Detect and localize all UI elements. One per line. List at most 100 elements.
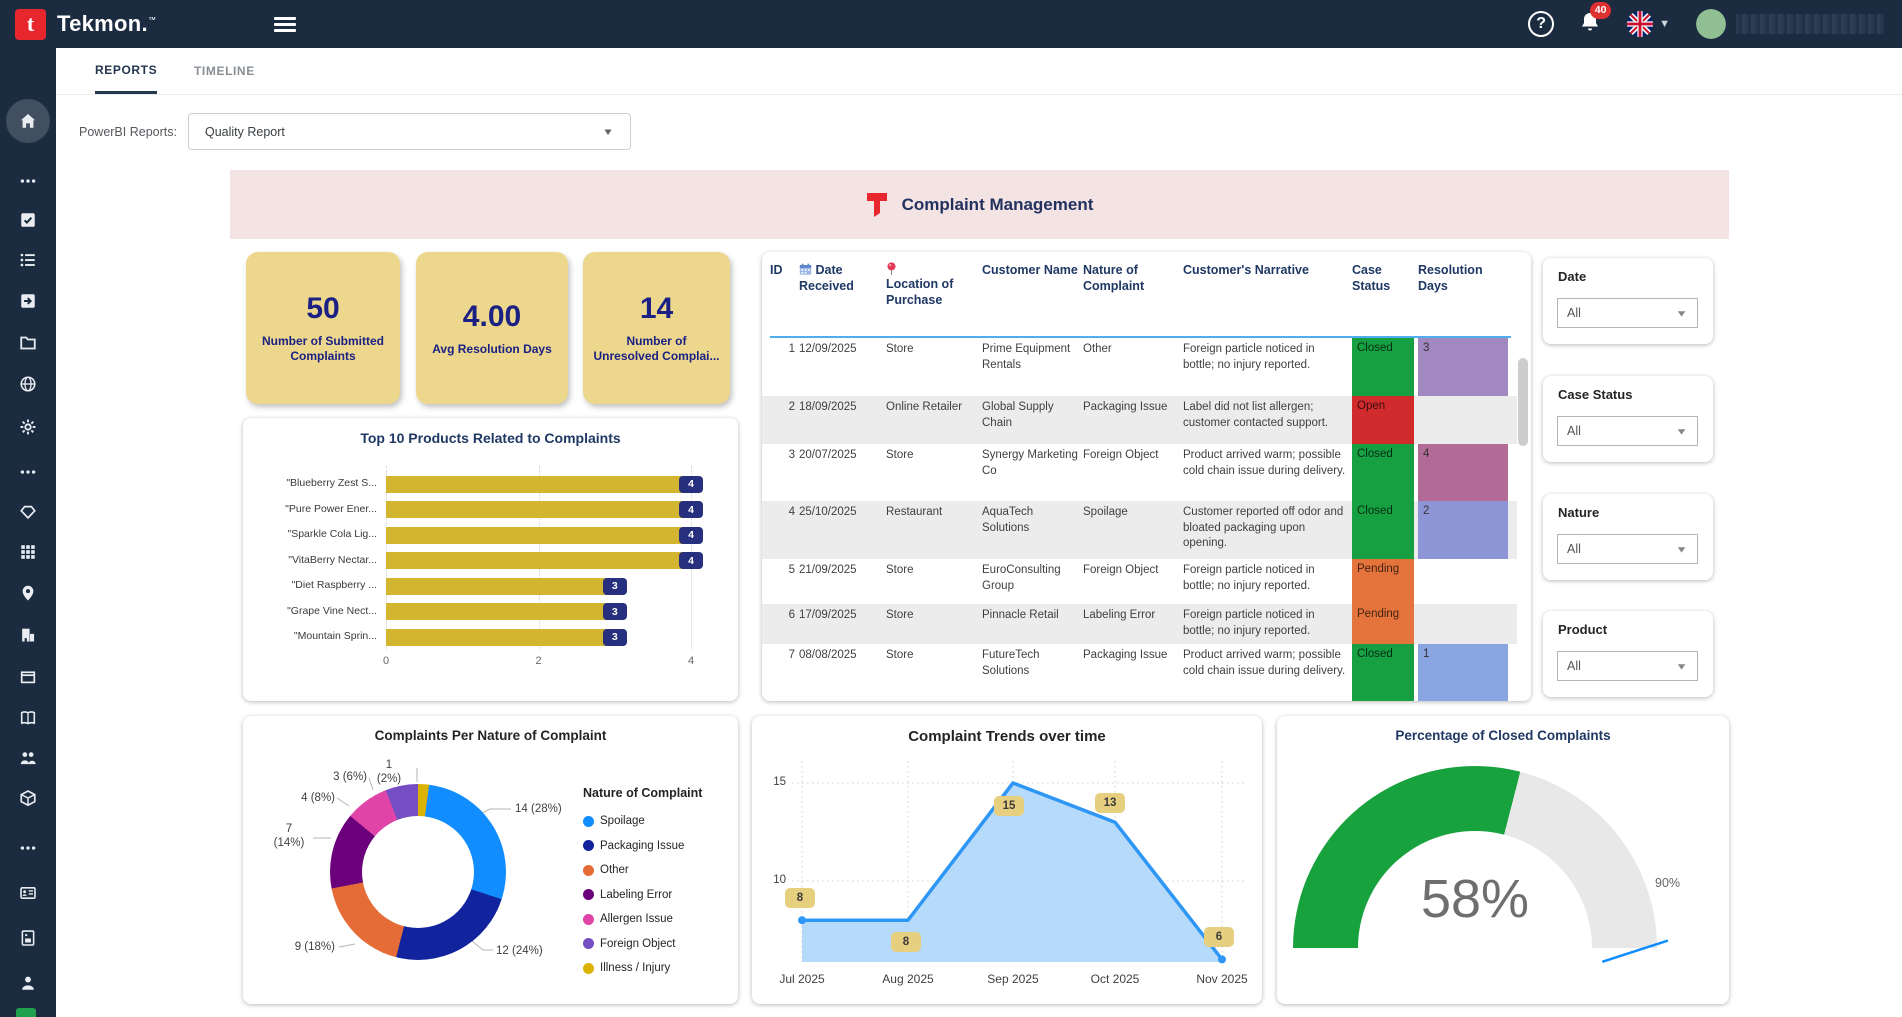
col-header-date-received[interactable]: Date Received <box>799 262 882 309</box>
col-header-id[interactable]: ID <box>770 262 795 309</box>
bar-value-label: 3 <box>603 578 627 595</box>
tekmon-logo-icon[interactable]: t <box>15 9 46 40</box>
sidebar-item-cube[interactable] <box>0 781 56 815</box>
sidebar-item-ellipsis[interactable] <box>0 831 56 865</box>
col-header-case-status[interactable]: Case Status <box>1352 262 1414 309</box>
ellipsis-icon <box>19 839 37 857</box>
sidebar-item-grid[interactable] <box>0 535 56 569</box>
data-point-label: 13 <box>1095 793 1125 813</box>
sidebar-item-image-file[interactable] <box>0 921 56 955</box>
sidebar-item-diamond[interactable] <box>0 495 56 529</box>
table-row-4[interactable]: 425/10/2025RestaurantAquaTech SolutionsS… <box>762 501 1517 559</box>
report-selector-label: PowerBI Reports: <box>79 125 177 139</box>
bar-6[interactable] <box>386 603 615 620</box>
legend-item-spoilage[interactable]: Spoilage <box>583 809 702 834</box>
sidebar-item-globe[interactable] <box>0 367 56 401</box>
tab-reports[interactable]: REPORTS <box>95 48 157 94</box>
col-header-location[interactable]: Location of Purchase <box>886 262 978 309</box>
x-tick-label: Nov 2025 <box>1182 972 1262 986</box>
cell-resolution-days: 2 <box>1418 501 1508 559</box>
filter-date-dropdown[interactable]: All▼ <box>1557 298 1698 328</box>
x-tick-label: 0 <box>371 655 401 667</box>
table-row-1[interactable]: 112/09/2025StorePrime Equipment RentalsO… <box>762 338 1517 396</box>
sidebar-item-ellipsis[interactable] <box>0 164 56 198</box>
line-chart-plot[interactable] <box>752 716 1262 1004</box>
id-card-icon <box>19 884 37 902</box>
table-row-7[interactable]: 708/08/2025StoreFutureTech SolutionsPack… <box>762 644 1517 701</box>
bar-chart-card: Top 10 Products Related to Complaints 02… <box>243 418 738 701</box>
bar-1[interactable] <box>386 476 691 493</box>
kpi-value: 14 <box>640 292 673 326</box>
sidebar-item-archive[interactable] <box>0 660 56 694</box>
kpi-avg-resolution-days[interactable]: 4.00 Avg Resolution Days <box>416 252 568 404</box>
col-header-nature[interactable]: Nature of Complaint <box>1083 262 1179 309</box>
report-selector-row: PowerBI Reports: Quality Report ▼ <box>56 106 1902 156</box>
legend-item-packaging-issue[interactable]: Packaging Issue <box>583 834 702 859</box>
table-scrollbar-thumb[interactable] <box>1518 358 1528 446</box>
bar-4[interactable] <box>386 552 691 569</box>
resolution-days-bar: 2 <box>1418 501 1508 559</box>
sidebar-item-building[interactable] <box>0 618 56 652</box>
sidebar-item-person[interactable] <box>0 966 56 1000</box>
sidebar-item-id-card[interactable] <box>0 876 56 910</box>
cell-customer: Global Supply Chain <box>982 396 1079 444</box>
cell-resolution-days: 4 <box>1418 444 1508 501</box>
legend-item-allergen-issue[interactable]: Allergen Issue <box>583 907 702 932</box>
cell-location: Store <box>886 444 978 501</box>
bar-5[interactable] <box>386 578 615 595</box>
col-header-narrative[interactable]: Customer's Narrative <box>1183 262 1348 309</box>
report-selector-dropdown[interactable]: Quality Report ▼ <box>188 113 631 150</box>
filter-nature-dropdown[interactable]: All▼ <box>1557 534 1698 564</box>
filter-case-status-dropdown[interactable]: All▼ <box>1557 416 1698 446</box>
bar-category-label: "Diet Raspberry ... <box>247 579 377 591</box>
help-icon[interactable]: ? <box>1528 11 1554 37</box>
bar-2[interactable] <box>386 501 691 518</box>
filter-product-dropdown[interactable]: All▼ <box>1557 651 1698 681</box>
kpi-value: 50 <box>306 292 339 326</box>
legend-item-labeling-error[interactable]: Labeling Error <box>583 883 702 908</box>
cell-narrative: Product arrived warm; possible cold chai… <box>1183 444 1348 501</box>
donut-label-foreign-object: 3 (6%) <box>317 770 367 784</box>
filter-product: Product All▼ <box>1543 611 1713 697</box>
x-tick-label: Oct 2025 <box>1075 972 1155 986</box>
donut-hole <box>362 816 474 928</box>
legend-item-other[interactable]: Other <box>583 858 702 883</box>
sidebar-item-location-pin[interactable] <box>0 576 56 610</box>
sidebar-item-folder[interactable] <box>0 325 56 359</box>
sidebar-item-ellipsis[interactable] <box>0 455 56 489</box>
tab-timeline[interactable]: TIMELINE <box>194 48 255 94</box>
sidebar-item-tasks[interactable] <box>0 203 56 237</box>
gauge-value: 58% <box>1355 868 1595 930</box>
kpi-label: Number of Unresolved Complai... <box>593 334 720 364</box>
sidebar-item-home-active[interactable] <box>0 104 56 138</box>
sidebar-item-list[interactable] <box>0 243 56 277</box>
notification-badge: 40 <box>1590 2 1611 19</box>
x-tick-label: 2 <box>524 655 554 667</box>
table-body: 112/09/2025StorePrime Equipment RentalsO… <box>762 338 1517 701</box>
col-header-customer[interactable]: Customer Name <box>982 262 1079 309</box>
sidebar-item-book[interactable] <box>0 701 56 735</box>
filter-nature: Nature All▼ <box>1543 494 1713 580</box>
sidebar-bottom-green-tab[interactable] <box>16 1008 36 1017</box>
bar-7[interactable] <box>386 629 615 646</box>
table-row-6[interactable]: 617/09/2025StorePinnacle RetailLabeling … <box>762 604 1517 644</box>
table-row-3[interactable]: 320/07/2025StoreSynergy Marketing CoFore… <box>762 444 1517 501</box>
kpi-unresolved-complaints[interactable]: 14 Number of Unresolved Complai... <box>583 252 730 404</box>
kpi-submitted-complaints[interactable]: 50 Number of Submitted Complaints <box>246 252 400 404</box>
bar-3[interactable] <box>386 527 691 544</box>
table-row-5[interactable]: 521/09/2025StoreEuroConsulting GroupFore… <box>762 559 1517 604</box>
sidebar-item-gear[interactable] <box>0 410 56 444</box>
x-tick-label: Jul 2025 <box>762 972 842 986</box>
user-name-redacted <box>1736 14 1884 34</box>
sidebar-item-export[interactable] <box>0 284 56 318</box>
notifications-button[interactable]: 40 <box>1580 11 1600 38</box>
col-header-resolution-days[interactable]: Resolution Days <box>1418 262 1508 309</box>
hamburger-menu-icon[interactable] <box>274 14 296 35</box>
sidebar-item-people[interactable] <box>0 741 56 775</box>
legend-item-illness-injury[interactable]: Illness / Injury <box>583 956 702 981</box>
language-selector[interactable]: ▼ <box>1626 10 1670 38</box>
legend-item-foreign-object[interactable]: Foreign Object <box>583 932 702 957</box>
legend-label: Illness / Injury <box>600 962 670 974</box>
table-row-2[interactable]: 218/09/2025Online RetailerGlobal Supply … <box>762 396 1517 444</box>
user-menu[interactable] <box>1696 9 1884 39</box>
